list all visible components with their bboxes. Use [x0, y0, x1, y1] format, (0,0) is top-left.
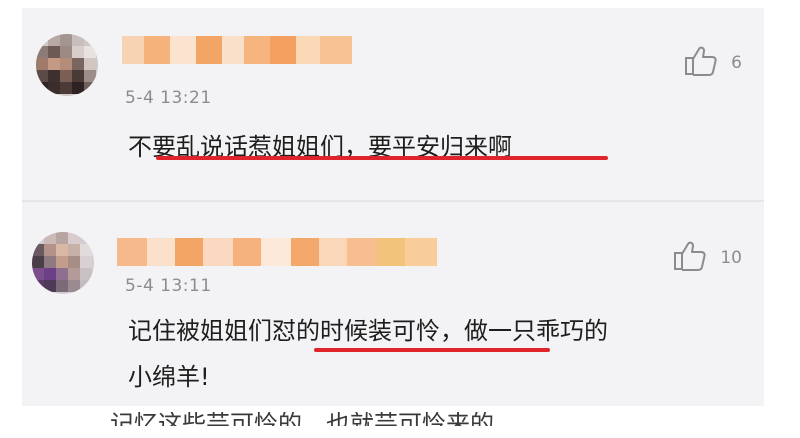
like-button[interactable]: 6	[683, 43, 742, 82]
avatar[interactable]	[32, 232, 94, 294]
thumbs-up-icon	[672, 238, 708, 277]
comments-panel: 5-4 13:21 6 不要乱说话惹姐姐们，要平安归来啊 10 记住被姐姐们怼的…	[22, 8, 764, 406]
like-count: 6	[731, 52, 742, 73]
comment-item: 5-4 13:21 6 不要乱说话惹姐姐们，要平安归来啊	[22, 8, 764, 193]
highlight-underline	[156, 156, 608, 160]
comment-text: 记住被姐姐们怼的时候装可怜，做一只乖巧的 小绵羊!	[128, 308, 748, 400]
comment-item: 10 记住被姐姐们怼的时候装可怜，做一只乖巧的 小绵羊!	[22, 208, 764, 406]
comment-divider	[22, 200, 764, 202]
thumbs-up-icon	[683, 43, 719, 82]
comment-timestamp: 5-4 13:21	[125, 88, 212, 108]
avatar[interactable]	[36, 34, 98, 96]
like-button[interactable]: 10	[672, 238, 742, 277]
comment-text: 不要乱说话惹姐姐们，要平安归来啊	[128, 133, 512, 161]
comment-timestamp: 5-4 13:11	[125, 276, 212, 296]
cropped-bottom-text: 记忆这些芸可怜的，也就芸可怜来的	[110, 410, 494, 438]
like-count: 10	[720, 247, 742, 268]
username-blurred[interactable]	[122, 36, 352, 64]
username-blurred[interactable]	[117, 238, 437, 266]
highlight-underline	[314, 348, 550, 352]
comment-text-line: 小绵羊!	[128, 363, 210, 391]
